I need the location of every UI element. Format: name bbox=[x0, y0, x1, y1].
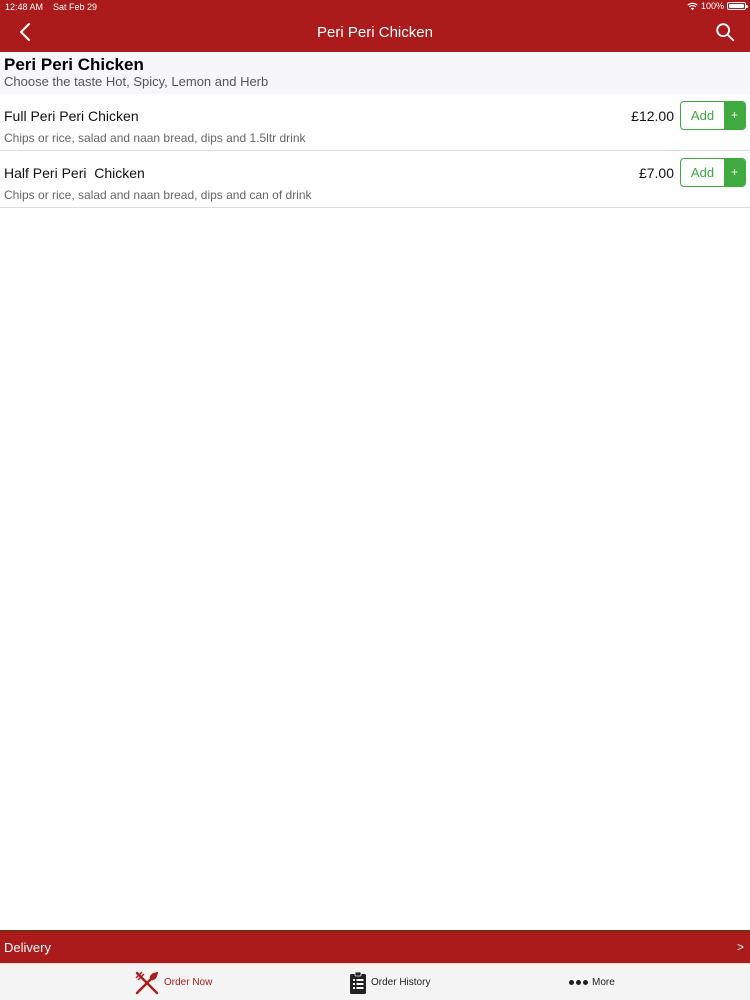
clipboard-icon bbox=[350, 971, 366, 994]
status-date: Sat Feb 29 bbox=[53, 2, 98, 12]
delivery-bar[interactable]: Delivery > bbox=[0, 930, 750, 963]
battery-level bbox=[729, 4, 744, 8]
item-description: Chips or rice, salad and naan bread, dip… bbox=[4, 131, 306, 145]
top-bar: 12:48 AM Sat Feb 29 100% Peri Peri Chick… bbox=[0, 0, 750, 52]
chevron-right-icon: > bbox=[736, 940, 744, 954]
wifi-icon bbox=[687, 2, 698, 10]
delivery-label: Delivery bbox=[4, 940, 51, 955]
nav-title: Peri Peri Chicken bbox=[317, 24, 433, 41]
item-name: Full Peri Peri Chicken bbox=[4, 108, 139, 124]
search-icon[interactable] bbox=[714, 21, 736, 43]
plus-icon: + bbox=[724, 159, 745, 186]
tab-more[interactable]: More bbox=[569, 964, 615, 1000]
category-subtitle: Choose the taste Hot, Spicy, Lemon and H… bbox=[4, 74, 269, 89]
category-title: Peri Peri Chicken bbox=[4, 55, 144, 74]
more-dots-icon bbox=[569, 980, 588, 985]
add-button[interactable]: Add + bbox=[680, 158, 746, 187]
tab-label: Order History bbox=[371, 977, 431, 988]
tab-label: Order Now bbox=[164, 977, 213, 988]
tab-bar: Order Now Order History More bbox=[0, 963, 750, 1000]
add-button-label: Add bbox=[690, 165, 715, 180]
add-button[interactable]: Add + bbox=[680, 101, 746, 130]
app-screen: 12:48 AM Sat Feb 29 100% Peri Peri Chick… bbox=[0, 0, 750, 1000]
add-button-label: Add bbox=[690, 108, 715, 123]
battery-percent: 100% bbox=[700, 1, 724, 11]
item-price: £12.00 bbox=[631, 108, 674, 124]
item-price: £7.00 bbox=[638, 165, 674, 181]
tab-order-history[interactable]: Order History bbox=[349, 964, 430, 1000]
battery-icon bbox=[727, 2, 748, 10]
fork-knife-icon bbox=[135, 971, 159, 994]
tab-order-now[interactable]: Order Now bbox=[134, 964, 212, 1000]
status-indicators: 100% bbox=[687, 1, 748, 11]
item-name: Half Peri Peri Chicken bbox=[4, 165, 145, 181]
status-time: 12:48 AM bbox=[5, 2, 44, 12]
item-description: Chips or rice, salad and naan bread, dip… bbox=[4, 188, 312, 202]
plus-icon: + bbox=[724, 102, 745, 129]
menu-item-full-peri-peri-chicken[interactable]: Full Peri Peri Chicken Chips or rice, sa… bbox=[0, 94, 750, 151]
tab-label: More bbox=[592, 977, 615, 988]
category-header: Peri Peri Chicken Choose the taste Hot, … bbox=[0, 52, 750, 94]
menu-item-half-peri-peri-chicken[interactable]: Half Peri Peri Chicken Chips or rice, sa… bbox=[0, 151, 750, 208]
